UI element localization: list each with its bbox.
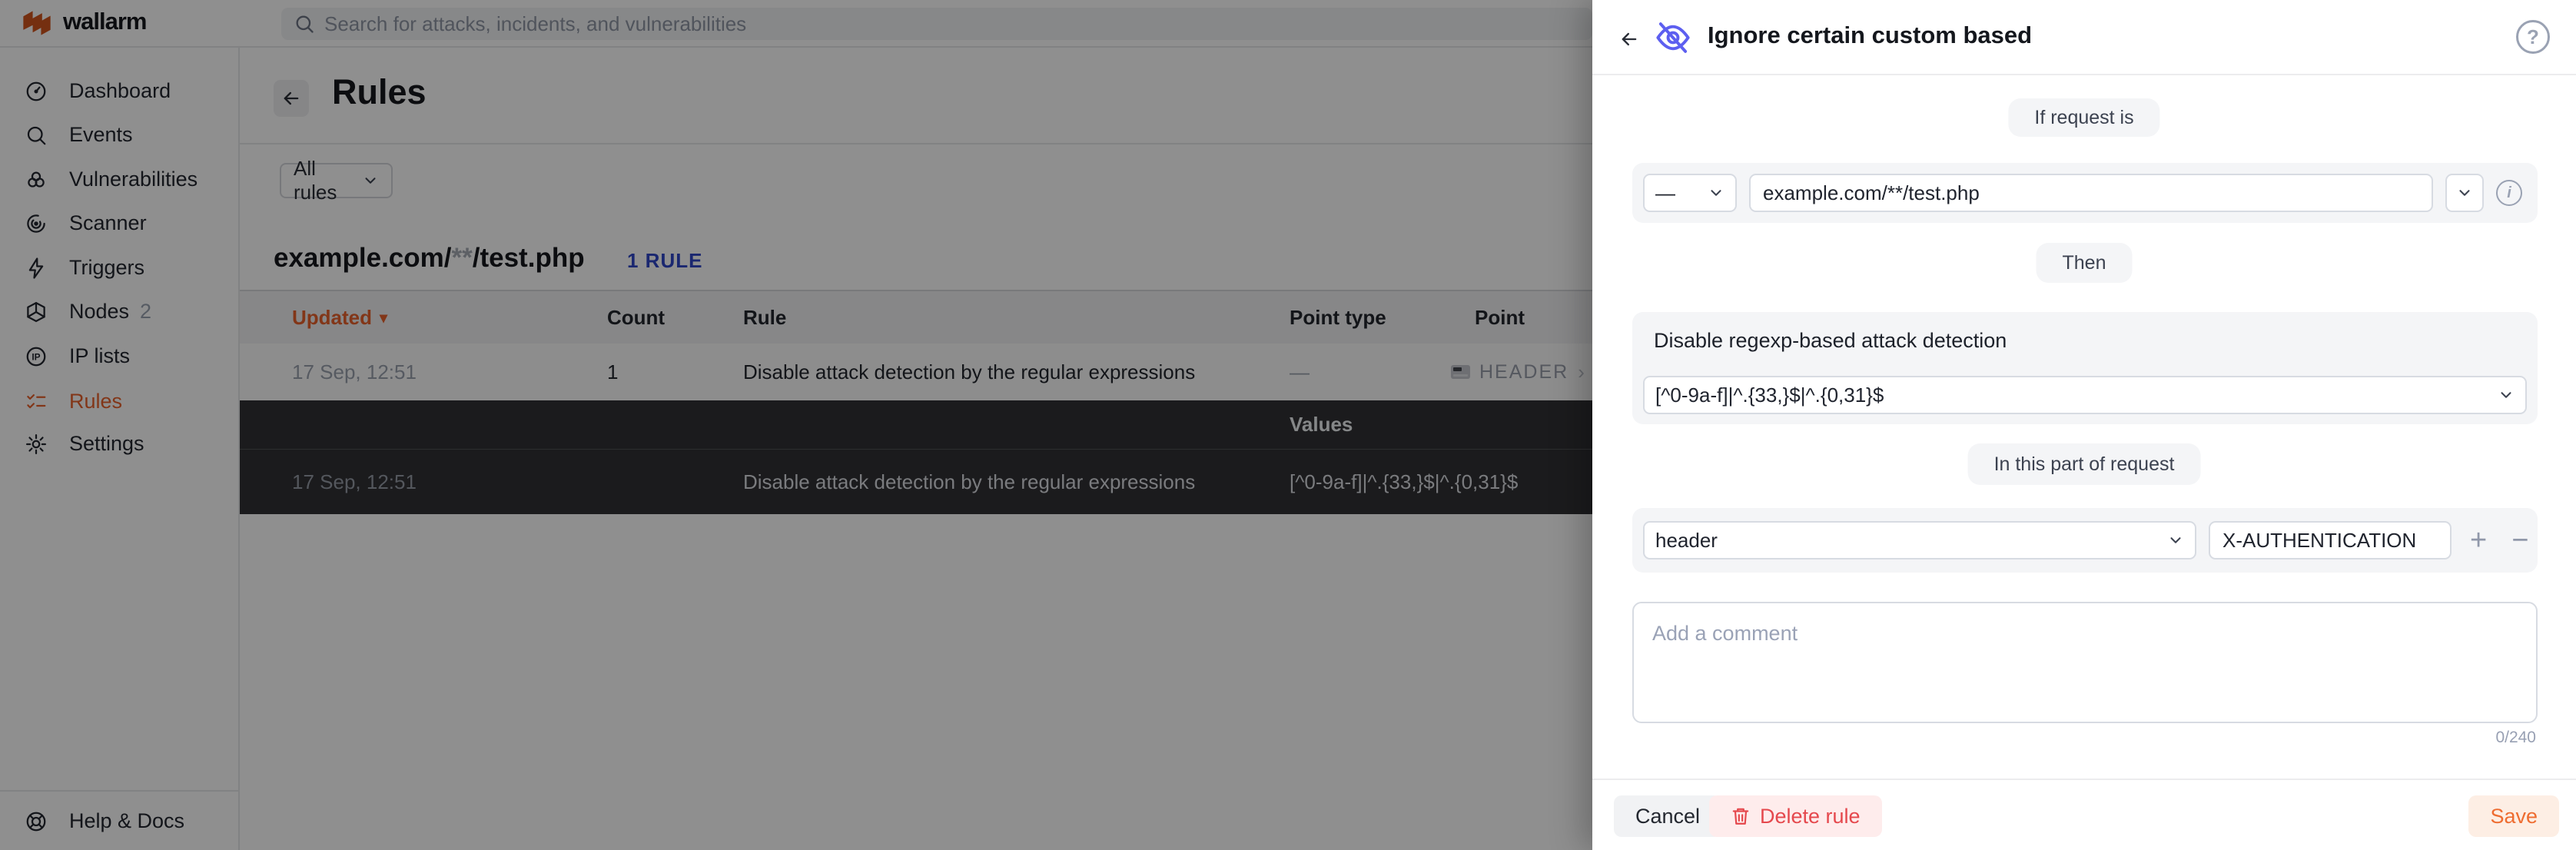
- comment-textarea[interactable]: [1632, 602, 2538, 723]
- panel-footer: Cancel Delete rule Save: [1592, 779, 2576, 850]
- then-pill: Then: [2037, 243, 2133, 283]
- button-label: Save: [2490, 805, 2538, 828]
- app-screen: wallarm Dashboard Events Vulnerabilities…: [0, 0, 2576, 850]
- request-part-row: header + −: [1632, 508, 2538, 573]
- delete-rule-button[interactable]: Delete rule: [1709, 795, 1882, 837]
- chevron-down-icon: [2167, 532, 2184, 549]
- selected-value: header: [1655, 529, 1718, 553]
- button-label: Cancel: [1635, 805, 1700, 828]
- chevron-down-icon: [2498, 387, 2515, 403]
- rule-editor-panel: Ignore certain custom based ? If request…: [1592, 0, 2576, 850]
- trash-icon: [1731, 806, 1751, 826]
- info-icon[interactable]: i: [2496, 180, 2522, 206]
- comment-char-counter: 0/240: [2495, 729, 2536, 747]
- condition-uri-input[interactable]: [1749, 174, 2433, 212]
- action-title: Disable regexp-based attack detection: [1654, 329, 2007, 353]
- selected-value: [^0-9a-f]|^.{33,}$|^.{0,31}$: [1655, 383, 1884, 407]
- panel-back-button[interactable]: [1612, 22, 1646, 56]
- in-this-part-pill: In this part of request: [1968, 443, 2201, 485]
- condition-extra-select[interactable]: [2445, 174, 2484, 212]
- regex-select[interactable]: [^0-9a-f]|^.{33,}$|^.{0,31}$: [1643, 376, 2527, 414]
- eye-off-icon: [1654, 18, 1692, 57]
- condition-row: — i: [1632, 163, 2538, 223]
- panel-header: Ignore certain custom based ?: [1592, 0, 2576, 75]
- add-part-button[interactable]: +: [2464, 526, 2493, 555]
- save-button[interactable]: Save: [2468, 795, 2559, 837]
- selected-value: —: [1655, 181, 1675, 205]
- panel-title: Ignore certain custom based: [1708, 22, 2032, 49]
- button-label: Delete rule: [1760, 805, 1861, 828]
- action-card: Disable regexp-based attack detection [^…: [1632, 312, 2538, 424]
- remove-part-button[interactable]: −: [2505, 526, 2535, 555]
- cancel-button[interactable]: Cancel: [1614, 795, 1721, 837]
- condition-mode-select[interactable]: —: [1643, 174, 1737, 212]
- if-request-is-pill: If request is: [2008, 98, 2159, 137]
- part-type-select[interactable]: header: [1643, 521, 2196, 559]
- chevron-down-icon: [2456, 184, 2473, 201]
- arrow-left-icon: [1618, 28, 1640, 50]
- help-icon[interactable]: ?: [2516, 20, 2550, 54]
- chevron-down-icon: [1708, 184, 1725, 201]
- part-name-input[interactable]: [2209, 521, 2452, 559]
